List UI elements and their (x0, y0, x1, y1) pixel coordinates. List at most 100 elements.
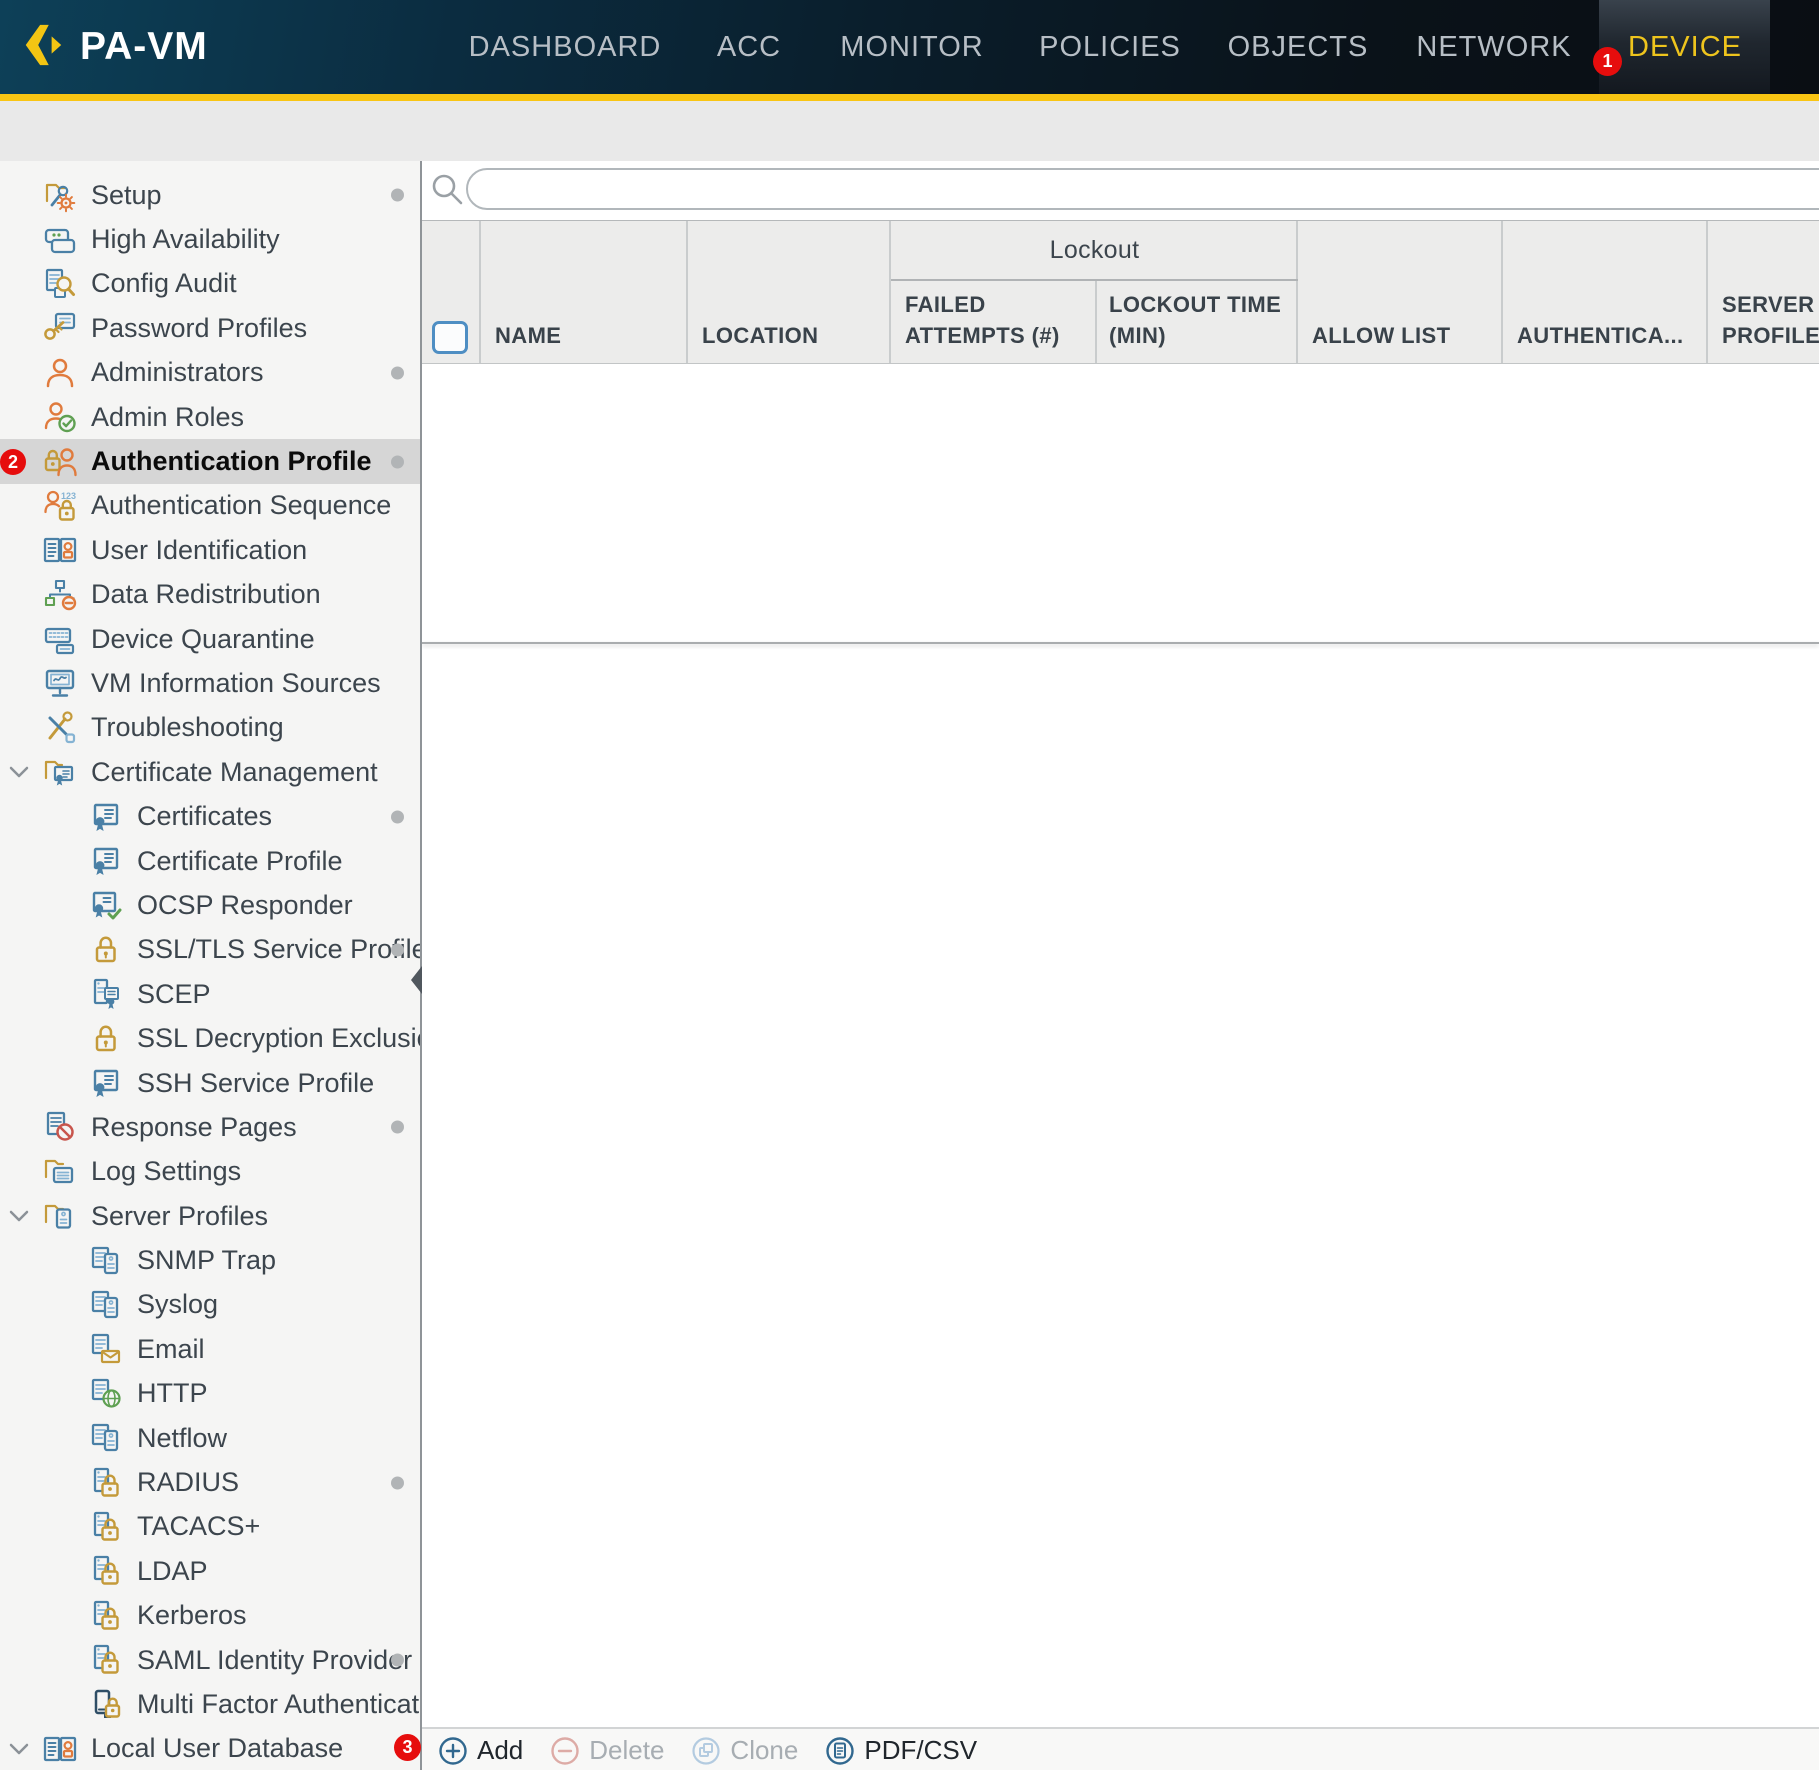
toolbar-button-label: PDF/CSV (864, 1735, 977, 1766)
nav-tab-dashboard[interactable]: DASHBOARD (469, 0, 662, 94)
sidebar-item-kerberos[interactable]: Kerberos (0, 1594, 420, 1638)
sidebar-item-label: Troubleshooting (91, 712, 284, 743)
sidebar-item-scep[interactable]: SCEP (0, 972, 420, 1016)
sidebar-item-netflow[interactable]: Netflow (0, 1416, 420, 1460)
sidebar-item-label: LDAP (137, 1556, 208, 1587)
sidebar-item-certificates[interactable]: Certificates (0, 794, 420, 838)
nav-tab-policies[interactable]: POLICIES (1039, 0, 1181, 94)
server-lock-icon (88, 1509, 124, 1545)
clone-button[interactable]: Clone (691, 1735, 798, 1766)
sidebar-item-radius[interactable]: RADIUS (0, 1460, 420, 1504)
sidebar-item-label: Administrators (91, 357, 264, 388)
sidebar-item-label: SAML Identity Provider (137, 1645, 412, 1676)
sidebar-item-multi-factor-authentication[interactable]: Multi Factor Authentication (0, 1682, 420, 1726)
certificate-icon (88, 1065, 124, 1101)
nodes-minus-icon (42, 577, 78, 613)
status-dot (391, 1121, 404, 1134)
select-all-checkbox checkbox-icon[interactable] (432, 321, 468, 354)
phone-lock-icon (88, 1686, 124, 1722)
sidebar-item-admin-roles[interactable]: Admin Roles (0, 395, 420, 439)
nav-tab-acc[interactable]: ACC (717, 0, 781, 94)
server-lock-icon (88, 1553, 124, 1589)
nav-tab-network[interactable]: NETWORK (1416, 0, 1571, 94)
chevron-down-icon[interactable] (6, 1203, 32, 1229)
sidebar-item-label: High Availability (91, 224, 280, 255)
sidebar-item-user-identification[interactable]: User Identification (0, 528, 420, 572)
padlock-icon (88, 932, 124, 968)
add-button[interactable]: Add (438, 1735, 523, 1766)
sidebar-item-label: Authentication Sequence (91, 490, 391, 521)
sidebar-item-label: User Identification (91, 535, 307, 566)
folder-server-icon (42, 1198, 78, 1234)
sidebar-item-server-profiles[interactable]: Server Profiles (0, 1194, 420, 1238)
nav-tab-label: MONITOR (840, 31, 983, 64)
delete-button[interactable]: Delete (550, 1735, 664, 1766)
status-dot (391, 1476, 404, 1489)
nav-tab-label: POLICIES (1039, 31, 1181, 64)
sidebar-item-ocsp-responder[interactable]: OCSP Responder (0, 883, 420, 927)
sidebar-collapse-handle collapse-left-icon[interactable] (411, 966, 422, 994)
sidebar-item-saml-identity-provider[interactable]: SAML Identity Provider (0, 1638, 420, 1682)
sidebar-item-vm-information-sources[interactable]: VM Information Sources (0, 661, 420, 705)
sidebar-item-data-redistribution[interactable]: Data Redistribution (0, 573, 420, 617)
nav-tab-label: DASHBOARD (469, 31, 662, 64)
sidebar-item-syslog[interactable]: Syslog (0, 1283, 420, 1327)
sidebar-item-label: Certificates (137, 801, 272, 832)
nav-tab-label: DEVICE (1628, 31, 1742, 64)
sidebar-item-authentication-sequence[interactable]: 123Authentication Sequence (0, 484, 420, 528)
status-dot (391, 366, 404, 379)
search-icon (428, 170, 468, 210)
sidebar-item-administrators[interactable]: Administrators (0, 351, 420, 395)
nav-tab-monitor[interactable]: MONITOR (840, 0, 983, 94)
subheader-strip (0, 101, 1819, 161)
column-header-label: LOCKOUT TIME (MIN) (1109, 289, 1288, 351)
sidebar-item-snmp-trap[interactable]: SNMP Trap (0, 1238, 420, 1282)
search-input[interactable] (466, 168, 1819, 210)
column-header-location[interactable]: LOCATION (688, 221, 891, 363)
sidebar-item-label: SNMP Trap (137, 1245, 276, 1276)
nav-tab-label: NETWORK (1416, 31, 1571, 64)
column-header-name[interactable]: NAME (481, 221, 688, 363)
sidebar-item-high-availability[interactable]: High Availability (0, 217, 420, 261)
sidebar-item-log-settings[interactable]: Log Settings (0, 1150, 420, 1194)
sidebar-item-http[interactable]: HTTP (0, 1372, 420, 1416)
sidebar-item-certificate-management[interactable]: Certificate Management (0, 750, 420, 794)
card-person-icon (42, 532, 78, 568)
chevron-down-icon[interactable] (6, 759, 32, 785)
sidebar-item-ssl-tls-service-profile[interactable]: SSL/TLS Service Profile (0, 928, 420, 972)
key-card-icon (42, 310, 78, 346)
sidebar-item-certificate-profile[interactable]: Certificate Profile (0, 839, 420, 883)
status-dot (391, 1654, 404, 1667)
chevron-down-icon[interactable] (6, 1736, 32, 1762)
select-all-header-cell (422, 221, 481, 363)
column-header-server_profile[interactable]: SERVER PROFILE (1708, 221, 1819, 363)
lockout-group-header: Lockout (891, 221, 1298, 281)
sidebar-item-label: SSL/TLS Service Profile (137, 934, 422, 965)
sidebar-item-label: Certificate Profile (137, 846, 343, 877)
pdf-export-icon (825, 1736, 855, 1766)
toolbar-button-label: Add (477, 1735, 523, 1766)
sidebar-item-ssl-decryption-exclusion[interactable]: SSL Decryption Exclusion (0, 1016, 420, 1060)
column-header-authentication[interactable]: AUTHENTICA... (1503, 221, 1708, 363)
sidebar-item-authentication-profile[interactable]: Authentication Profile (0, 439, 420, 483)
sidebar-item-device-quarantine[interactable]: Device Quarantine (0, 617, 420, 661)
doc-globe-icon (88, 1376, 124, 1412)
sidebar-item-ldap[interactable]: LDAP (0, 1549, 420, 1593)
pdf-csv-button[interactable]: PDF/CSV (825, 1735, 977, 1766)
sidebar-item-label: Netflow (137, 1423, 227, 1454)
sidebar-item-ssh-service-profile[interactable]: SSH Service Profile (0, 1061, 420, 1105)
sidebar-item-config-audit[interactable]: Config Audit (0, 262, 420, 306)
column-header-label: AUTHENTICA... (1517, 320, 1698, 351)
sidebar-item-local-user-database[interactable]: Local User Database (0, 1727, 420, 1770)
sidebar-item-email[interactable]: Email (0, 1327, 420, 1371)
nav-tab-objects[interactable]: OBJECTS (1228, 0, 1369, 94)
nav-tab-device[interactable]: DEVICE (1628, 0, 1742, 94)
column-header-label: LOCATION (702, 320, 881, 351)
column-header-allow_list[interactable]: ALLOW LIST (1298, 221, 1503, 363)
sidebar-item-setup[interactable]: Setup (0, 173, 420, 217)
sidebar-item-response-pages[interactable]: Response Pages (0, 1105, 420, 1149)
sidebar-item-troubleshooting[interactable]: Troubleshooting (0, 706, 420, 750)
main-content: NAMELOCATIONFAILED ATTEMPTS (#)LOCKOUT T… (422, 161, 1819, 1770)
sidebar-item-password-profiles[interactable]: Password Profiles (0, 306, 420, 350)
sidebar-item-tacacs[interactable]: TACACS+ (0, 1505, 420, 1549)
